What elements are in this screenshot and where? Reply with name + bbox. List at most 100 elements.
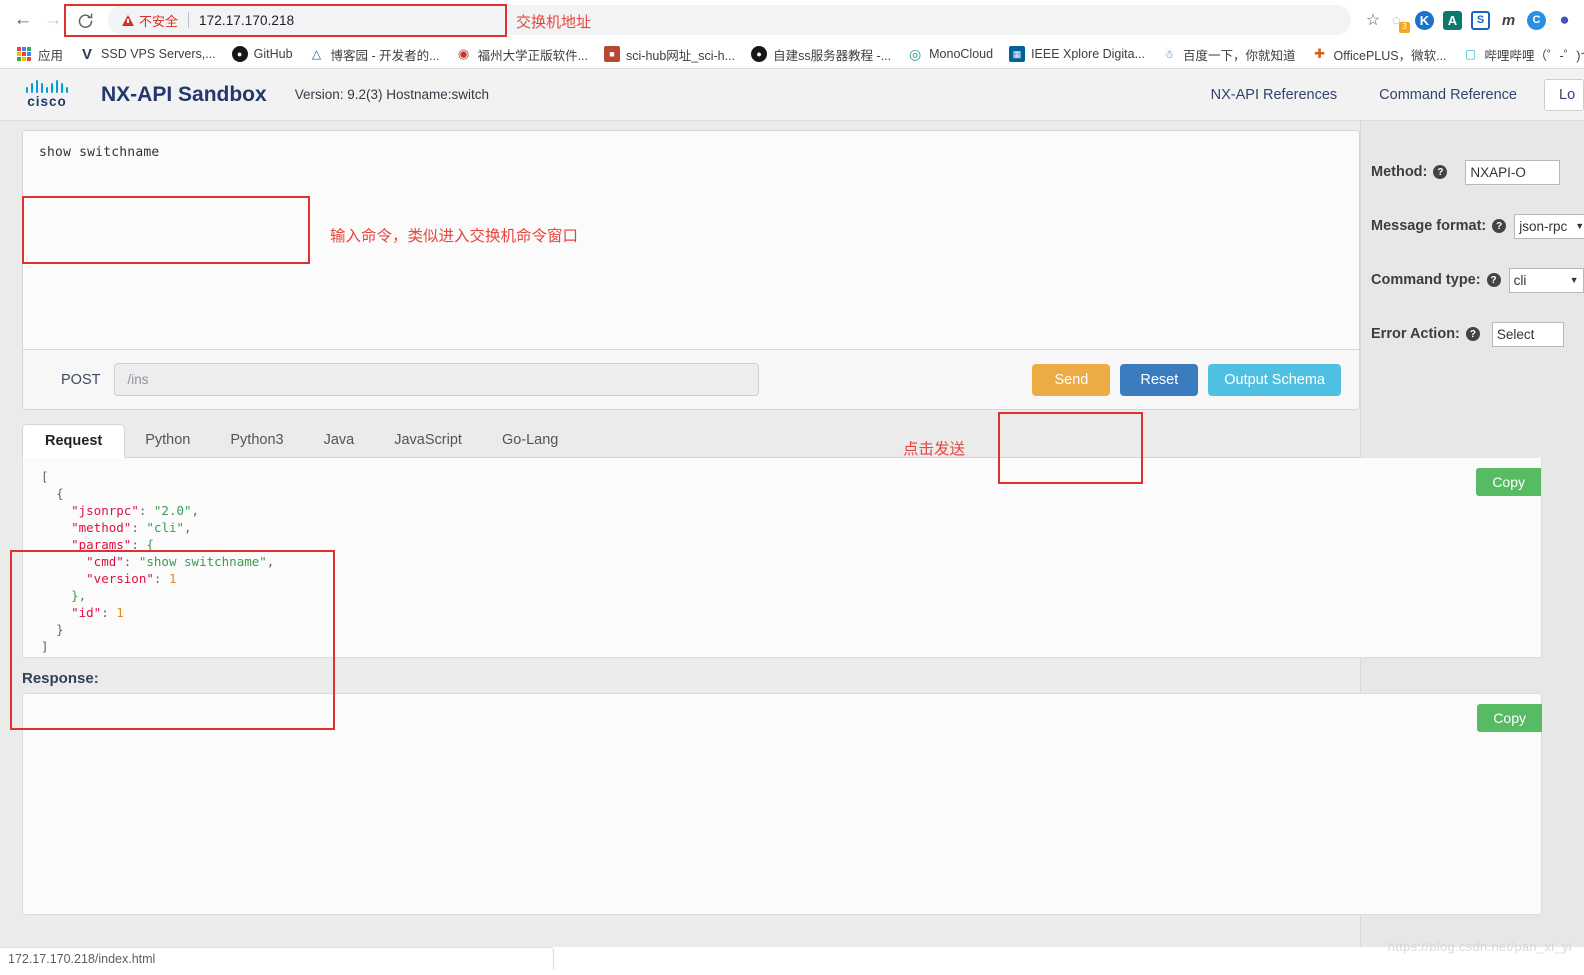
code-token: 1: [116, 605, 124, 620]
translate-extension[interactable]: C: [1527, 10, 1546, 30]
message-format-select[interactable]: json-rpc ▼: [1514, 213, 1584, 239]
back-arrow-icon[interactable]: ←: [8, 5, 38, 35]
status-bar: 172.17.170.218/index.html: [0, 947, 554, 970]
method-select[interactable]: NXAPI-O: [1465, 159, 1561, 185]
cisco-wordmark: cisco: [27, 94, 67, 109]
error-action-select[interactable]: Select: [1491, 321, 1564, 347]
scihub-icon: ■: [604, 46, 620, 62]
code-token: "id": [71, 605, 102, 620]
logout-button[interactable]: Lo: [1544, 78, 1584, 111]
url-text: 172.17.170.218: [199, 12, 295, 28]
copy-request-button[interactable]: Copy: [1476, 468, 1541, 496]
bookmark-label: sci-hub网址_sci-h...: [626, 48, 736, 63]
github-icon: ●: [751, 46, 768, 62]
bookmark-baidu[interactable]: ☃ 百度一下，你就知道: [1153, 42, 1304, 66]
message-format-value: json-rpc: [1519, 218, 1568, 234]
app-version-hostname: Version: 9.2(3) Hostname:switch: [294, 87, 490, 102]
fzu-icon: ◉: [457, 46, 470, 61]
request-buttons: Send Reset Output Schema: [1032, 363, 1345, 396]
command-type-label: Command type: ?: [1371, 272, 1501, 288]
mendeley-extension[interactable]: m: [1499, 11, 1518, 30]
response-panel[interactable]: Copy: [22, 693, 1542, 915]
bookmark-label: 哔哩哔哩（゜-゜)つ: [1484, 48, 1584, 63]
code-token: "method": [71, 520, 132, 535]
extension-badge-count: 3: [1399, 21, 1410, 33]
browser-toolbar: ← → 不安全 172.17.170.218 ☆ ◌ 3 K A S m C ●…: [0, 0, 1584, 40]
tab-request[interactable]: Request: [22, 424, 126, 458]
app-header: cisco NX-API Sandbox Version: 9.2(3) Hos…: [0, 69, 1584, 121]
github-icon: ●: [231, 46, 248, 62]
profile-avatar[interactable]: ●: [1555, 10, 1574, 30]
apps-grid-icon: [16, 46, 32, 62]
tab-javascript[interactable]: JavaScript: [374, 423, 482, 457]
adblock-extension[interactable]: A: [1443, 10, 1462, 30]
code-token: }: [56, 622, 64, 637]
tab-python3[interactable]: Python3: [210, 423, 303, 457]
help-icon[interactable]: ?: [1465, 327, 1480, 341]
bookmark-monocloud[interactable]: ◎ MonoCloud: [899, 42, 1001, 66]
code-token: :: [101, 605, 117, 620]
copy-response-button[interactable]: Copy: [1477, 704, 1542, 732]
send-annotation-label: 点击发送: [903, 441, 966, 458]
code-token: :: [153, 571, 169, 586]
bookmark-label: 自建ss服务器教程 -...: [773, 48, 892, 63]
forward-arrow-icon[interactable]: →: [38, 5, 68, 35]
bookmark-ieee[interactable]: ▦ IEEE Xplore Digita...: [1001, 42, 1153, 66]
bookmark-star-icon[interactable]: ☆: [1359, 6, 1387, 34]
output-schema-button[interactable]: Output Schema: [1208, 363, 1341, 396]
cisco-logo: cisco: [16, 80, 78, 109]
code-token: ,: [184, 520, 192, 535]
security-indicator[interactable]: 不安全: [122, 11, 178, 30]
reload-icon[interactable]: [70, 5, 100, 35]
tab-golang[interactable]: Go-Lang: [482, 423, 578, 457]
tab-java[interactable]: Java: [304, 423, 375, 457]
command-type-select[interactable]: cli ▼: [1508, 267, 1584, 293]
option-row-error-action: Error Action: ? Select: [1361, 307, 1584, 361]
code-token: :: [131, 520, 147, 535]
loading-spinner-extension[interactable]: ◌ 3: [1387, 11, 1410, 33]
nav-link-nxapi-references[interactable]: NX-API References: [1190, 87, 1359, 103]
option-row-method: Method: ? NXAPI-O: [1361, 145, 1584, 199]
request-code-panel: [ { "jsonrpc": "2.0", "method": "cli", "…: [22, 458, 1542, 658]
address-bar[interactable]: 不安全 172.17.170.218: [108, 5, 1351, 35]
method-label-text: Method:: [1371, 164, 1428, 180]
help-icon[interactable]: ?: [1433, 165, 1448, 179]
code-token: "cli": [146, 520, 185, 535]
command-textarea[interactable]: show switchname: [22, 130, 1360, 350]
code-tabs: Request Python Python3 Java JavaScript G…: [22, 422, 1360, 458]
nav-link-command-reference[interactable]: Command Reference: [1358, 87, 1538, 103]
tab-python[interactable]: Python: [125, 423, 210, 457]
nxapi-sandbox-page: cisco NX-API Sandbox Version: 9.2(3) Hos…: [0, 69, 1584, 970]
help-icon[interactable]: ?: [1486, 273, 1501, 287]
bookmark-label: MonoCloud: [929, 47, 994, 61]
warning-triangle-icon: [122, 14, 134, 26]
kaspersky-extension[interactable]: K: [1415, 10, 1434, 30]
endpoint-input[interactable]: /ins: [114, 363, 760, 396]
bookmark-cnblogs[interactable]: △ 博客园 - 开发者的...: [301, 42, 448, 66]
bookmark-fzu[interactable]: ◉ 福州大学正版软件...: [448, 42, 596, 66]
cisco-bars-icon: [25, 80, 69, 93]
error-action-value: Select: [1496, 326, 1535, 342]
code-token: 1: [168, 571, 177, 586]
send-button[interactable]: Send: [1032, 363, 1111, 396]
bookmark-ss-tutorial[interactable]: ● 自建ss服务器教程 -...: [743, 42, 899, 66]
bookmark-github[interactable]: ● GitHub: [224, 42, 301, 66]
response-label: Response:: [22, 670, 99, 687]
left-column: show switchname POST /ins Send Reset Out…: [0, 121, 1542, 970]
bookmark-scihub[interactable]: ■ sci-hub网址_sci-h...: [596, 42, 743, 66]
help-icon[interactable]: ?: [1492, 219, 1507, 233]
officeplus-icon: ✚: [1314, 46, 1325, 61]
bookmark-apps[interactable]: 应用: [8, 42, 71, 66]
code-token: {: [56, 486, 64, 501]
bookmark-bilibili[interactable]: ▢ 哔哩哔哩（゜-゜)つ: [1455, 42, 1584, 66]
address-annotation-label: 交换机地址: [516, 14, 592, 31]
reset-button[interactable]: Reset: [1120, 363, 1199, 396]
omnibox-wrapper: 不安全 172.17.170.218: [108, 5, 1351, 35]
bookmark-label: SSD VPS Servers,...: [101, 47, 216, 61]
code-line: [: [41, 468, 1541, 485]
bookmark-officeplus[interactable]: ✚ OfficePLUS，微软...: [1304, 42, 1455, 66]
option-row-message-format: Message format: ? json-rpc ▼: [1361, 199, 1584, 253]
sogou-extension[interactable]: S: [1471, 10, 1490, 30]
code-token: "version": [86, 571, 154, 586]
bookmark-ssd-vps[interactable]: V SSD VPS Servers,...: [71, 42, 224, 66]
